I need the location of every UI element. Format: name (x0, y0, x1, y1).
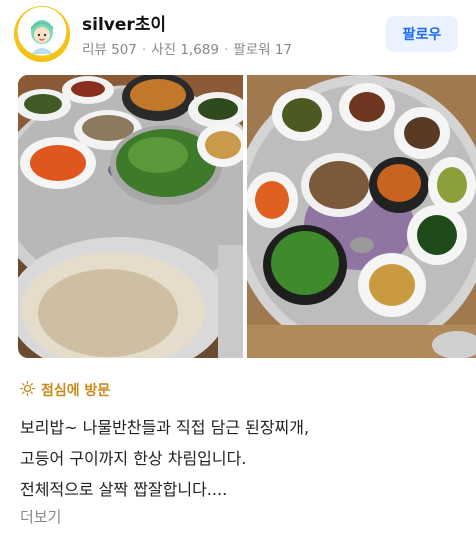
visit-info: 점심에 방문 (20, 380, 110, 400)
review-count: 리뷰 507 (82, 42, 137, 58)
user-stats: 리뷰 507 · 사진 1,689 · 팔로워 17 (82, 42, 293, 58)
avatar[interactable] (14, 6, 70, 62)
photo-2[interactable] (247, 75, 476, 358)
follow-button[interactable]: 팔로우 (386, 16, 458, 52)
photo-1[interactable] (18, 75, 243, 358)
read-more-link[interactable]: 더보기 (20, 506, 61, 527)
review-header: silver초이 리뷰 507 · 사진 1,689 · 팔로워 17 팔로우 (0, 0, 476, 70)
username[interactable]: silver초이 (82, 10, 166, 35)
follower-count: 팔로워 17 (233, 42, 293, 58)
review-text: 보리밥~ 나물반찬들과 직접 담근 된장찌개, 고등어 구이까지 한상 차림입니… (20, 412, 460, 505)
photo-count: 사진 1,689 (151, 42, 219, 58)
sun-icon (20, 380, 35, 400)
review-line: 보리밥~ 나물반찬들과 직접 담근 된장찌개, (20, 418, 310, 437)
review-line: 고등어 구이까지 한상 차림입니다. (20, 449, 247, 468)
avatar-character-icon (14, 6, 70, 62)
photo-gallery (18, 75, 476, 358)
visit-label: 점심에 방문 (41, 383, 111, 399)
review-line: 전체적으로 살짝 짭잘합니다.... (20, 480, 228, 499)
